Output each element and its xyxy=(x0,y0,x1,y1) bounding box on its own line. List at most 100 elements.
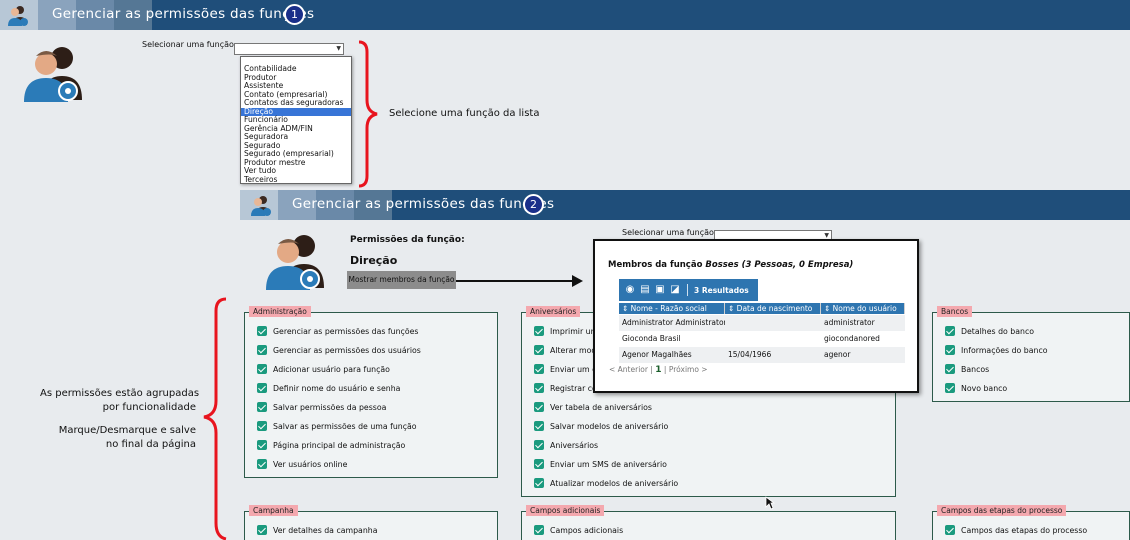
permission-item: Novo banco xyxy=(945,383,1007,393)
grouped-hint-text: As permissões estão agrupadas por funcio… xyxy=(40,387,200,415)
popup-toolbar: ◉ ▤ ▣ ◪ 3 Resultados xyxy=(619,279,758,301)
permission-label: Informações do banco xyxy=(961,345,1048,355)
mouse-cursor-icon xyxy=(765,496,775,510)
permission-checkbox[interactable] xyxy=(534,421,544,431)
permission-checkbox[interactable] xyxy=(945,364,955,374)
export-excel-icon[interactable]: ▣ xyxy=(654,284,666,296)
permission-item: Gerenciar as permissões dos usuários xyxy=(257,345,421,355)
toggle-hint-line: Marque/Desmarque e salve xyxy=(58,425,196,436)
permission-item: Salvar modelos de aniversário xyxy=(534,421,668,431)
permission-label: Detalhes do banco xyxy=(961,326,1035,336)
header-bar-2: Gerenciar as permissões das funções 2 xyxy=(240,190,1130,220)
group-label: Campos adicionais xyxy=(526,505,605,516)
export-csv-icon[interactable]: ◪ xyxy=(669,284,681,296)
permission-item: Salvar permissões da pessoa xyxy=(257,402,386,412)
popup-title-role: Bosses (3 Pessoas, 0 Empresa) xyxy=(705,260,854,270)
permission-label: Adicionar usuário para função xyxy=(273,364,390,374)
permission-checkbox[interactable] xyxy=(534,525,544,535)
sort-icon: ⇕ xyxy=(728,304,737,313)
hide-columns-icon[interactable]: ◉ xyxy=(624,284,636,296)
step-badge-2: 2 xyxy=(523,194,544,215)
pagination: < Anterior | 1 | Próximo > xyxy=(609,365,708,375)
permission-label: Enviar um SMS de aniversário xyxy=(550,459,667,469)
permission-checkbox[interactable] xyxy=(534,326,544,336)
permission-checkbox[interactable] xyxy=(257,525,267,535)
selected-role-name: Direção xyxy=(350,254,398,267)
permission-item: Ver usuários online xyxy=(257,459,347,469)
permission-item: Definir nome do usuário e senha xyxy=(257,383,400,393)
header-bar-1: Gerenciar as permissões das funções 1 xyxy=(0,0,1130,30)
group-campanha: Campanha Ver detalhes da campanha xyxy=(244,505,498,540)
permission-checkbox[interactable] xyxy=(945,383,955,393)
permission-checkbox[interactable] xyxy=(257,326,267,336)
group-label: Aniversários xyxy=(526,306,581,317)
group-label: Campanha xyxy=(249,505,298,516)
role-options-list[interactable]: Contabilidade Produtor Assistente Contato (… xyxy=(240,56,352,184)
permission-label: Salvar modelos de aniversário xyxy=(550,421,669,431)
permission-checkbox[interactable] xyxy=(257,421,267,431)
toggle-hint-line: no final da página xyxy=(105,439,196,450)
permission-checkbox[interactable] xyxy=(534,402,544,412)
permission-checkbox[interactable] xyxy=(257,459,267,469)
select-role-label-1: Selecionar uma função xyxy=(142,40,234,49)
popup-title: Membros da função Bosses (3 Pessoas, 0 E… xyxy=(608,260,853,270)
column-header[interactable]: ⇕ Data de nascimento xyxy=(725,303,821,314)
permission-item: Gerenciar as permissões das funções xyxy=(257,326,418,336)
table-row[interactable]: Gioconda Brasil giocondanored xyxy=(619,331,905,347)
sort-icon: ⇕ xyxy=(824,304,833,313)
role-users-icon xyxy=(8,6,28,26)
show-role-members-button[interactable]: Mostrar membros da função xyxy=(347,271,456,289)
arrow-to-popup xyxy=(456,275,583,287)
permission-checkbox[interactable] xyxy=(945,326,955,336)
permission-label: Gerenciar as permissões das funções xyxy=(273,326,419,336)
permission-checkbox[interactable] xyxy=(257,402,267,412)
permission-checkbox[interactable] xyxy=(534,345,544,355)
permission-checkbox[interactable] xyxy=(257,383,267,393)
permission-checkbox[interactable] xyxy=(945,525,955,535)
pager-previous[interactable]: < Anterior xyxy=(609,365,648,374)
table-cell: Gioconda Brasil xyxy=(622,334,681,343)
table-cell: 15/04/1966 xyxy=(728,350,772,359)
permission-item: Salvar as permissões de uma função xyxy=(257,421,417,431)
select-role-dropdown-1[interactable]: ▼ xyxy=(234,43,344,55)
permission-checkbox[interactable] xyxy=(534,440,544,450)
members-table-header: ⇕ Nome - Razão social ⇕ Data de nascimen… xyxy=(619,303,905,314)
permission-item: Ver detalhes da campanha xyxy=(257,525,378,535)
group-label: Administração xyxy=(249,306,311,317)
permission-checkbox[interactable] xyxy=(257,364,267,374)
column-header[interactable]: ⇕ Nome - Razão social xyxy=(619,303,725,314)
permission-checkbox[interactable] xyxy=(257,345,267,355)
step-badge-1: 1 xyxy=(284,4,305,25)
role-members-popup: Membros da função Bosses (3 Pessoas, 0 E… xyxy=(593,239,919,393)
table-cell: administrator xyxy=(824,318,875,327)
permission-item: Campos das etapas do processo xyxy=(945,525,1087,535)
permission-label: Gerenciar as permissões dos usuários xyxy=(273,345,421,355)
pager-next[interactable]: Próximo > xyxy=(669,365,708,374)
permission-checkbox[interactable] xyxy=(945,345,955,355)
table-row[interactable]: Administrator Administrator administrato… xyxy=(619,315,905,331)
permission-checkbox[interactable] xyxy=(534,364,544,374)
permission-label: Ver tabela de aniversários xyxy=(550,402,652,412)
grouped-hint-line: As permissões estão agrupadas xyxy=(40,388,200,399)
permission-item: Campos adicionais xyxy=(534,525,623,535)
group-label: Bancos xyxy=(937,306,973,317)
permission-item: Imprimir um xyxy=(534,326,598,336)
role-option[interactable]: Terceiros xyxy=(241,175,351,185)
permission-checkbox[interactable] xyxy=(534,478,544,488)
permission-checkbox[interactable] xyxy=(257,440,267,450)
grouped-hint-line: por funcionalidade xyxy=(102,402,196,413)
permissions-heading: Permissões da função: xyxy=(350,235,465,245)
print-icon[interactable]: ▤ xyxy=(639,284,651,296)
permission-label: Campos adicionais xyxy=(550,525,624,535)
permission-checkbox[interactable] xyxy=(534,459,544,469)
column-header[interactable]: ⇕ Nome do usuário xyxy=(821,303,905,314)
role-users-large-icon xyxy=(266,235,324,290)
permission-item: Atualizar modelos de aniversário xyxy=(534,478,678,488)
permission-label: Página principal de administração xyxy=(273,440,406,450)
permission-item: Página principal de administração xyxy=(257,440,405,450)
table-cell xyxy=(725,315,821,331)
table-row[interactable]: Agenor Magalhães 15/04/1966 agenor xyxy=(619,347,905,363)
permission-checkbox[interactable] xyxy=(534,383,544,393)
select-hint-text: Selecione uma função da lista xyxy=(389,108,540,119)
permission-item: Aniversários xyxy=(534,440,598,450)
